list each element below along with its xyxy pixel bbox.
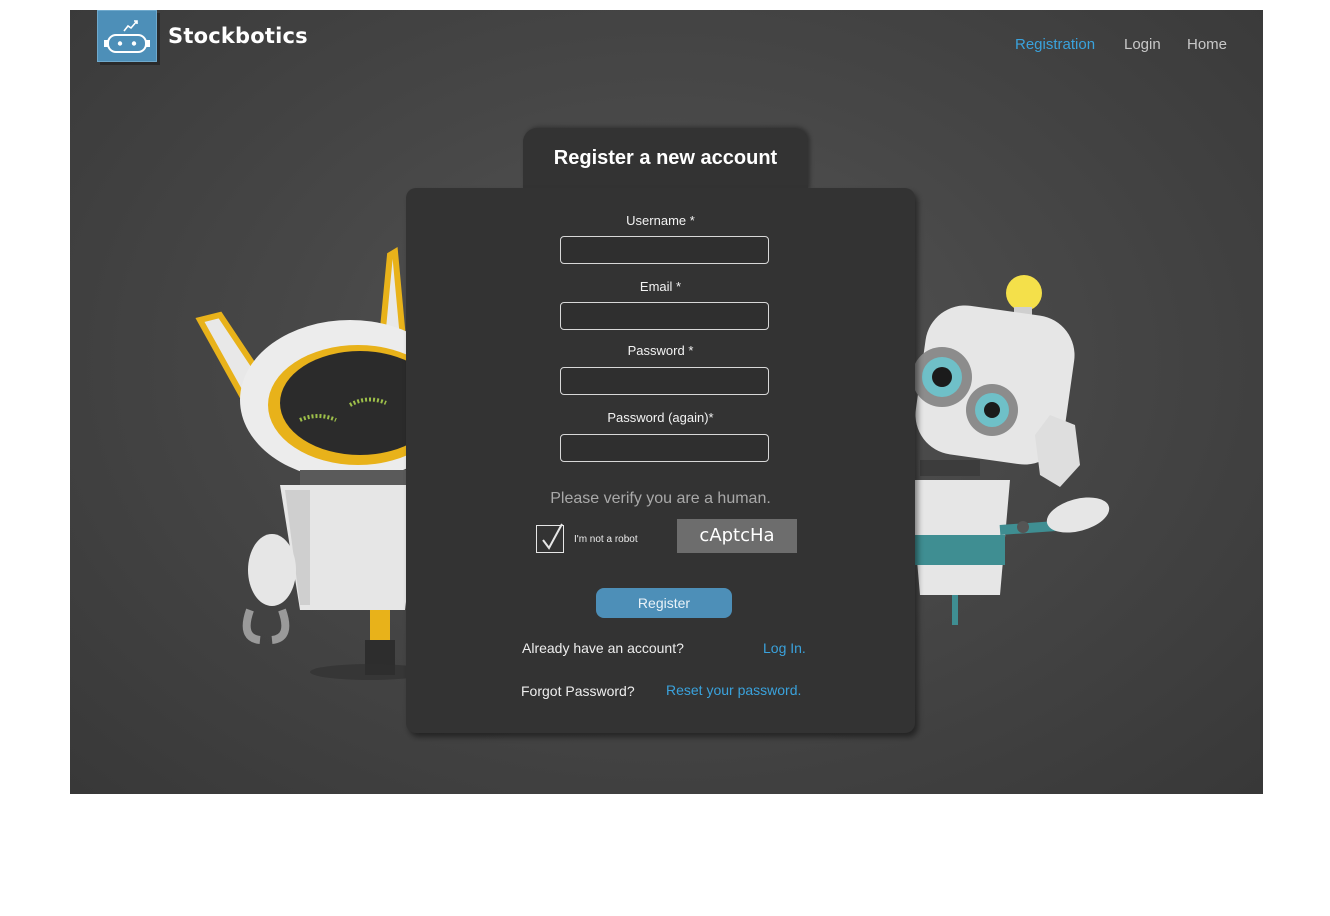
password-again-input[interactable] bbox=[560, 434, 769, 462]
password-label: Password * bbox=[627, 343, 694, 358]
password-input[interactable] bbox=[560, 367, 769, 395]
captcha-prompt: Please verify you are a human. bbox=[550, 490, 771, 507]
brand-name[interactable]: Stockbotics bbox=[168, 24, 308, 48]
password-again-label: Password (again)* bbox=[607, 410, 714, 425]
captcha-checkbox-label: I'm not a robot bbox=[574, 534, 638, 545]
left-robot-illustration bbox=[195, 246, 430, 680]
captcha-checkbox[interactable] bbox=[536, 523, 564, 553]
captcha-image: cAptcHa bbox=[677, 519, 797, 553]
form-title-tab: Register a new account bbox=[523, 128, 808, 190]
email-label: Email * bbox=[639, 279, 682, 294]
form-title: Register a new account bbox=[553, 147, 778, 169]
email-input[interactable] bbox=[560, 302, 769, 330]
register-button[interactable]: Register bbox=[596, 588, 732, 618]
checkmark-icon bbox=[542, 523, 563, 550]
robot-chart-icon bbox=[104, 20, 150, 53]
nav-registration[interactable]: Registration bbox=[1015, 36, 1095, 53]
logo[interactable] bbox=[97, 10, 157, 62]
page-stage: Stockbotics Registration Login Home Regi… bbox=[70, 10, 1263, 794]
username-input[interactable] bbox=[560, 236, 769, 264]
forgot-question: Forgot Password? bbox=[521, 683, 635, 699]
registration-form: Username * Email * Password * Password (… bbox=[406, 188, 915, 733]
login-link[interactable]: Log In. bbox=[763, 640, 806, 656]
username-label: Username * bbox=[626, 213, 695, 228]
nav-login[interactable]: Login bbox=[1124, 36, 1161, 53]
login-question: Already have an account? bbox=[522, 640, 684, 656]
right-robot-illustration bbox=[910, 275, 1110, 625]
reset-password-link[interactable]: Reset your password. bbox=[666, 682, 801, 698]
nav-home[interactable]: Home bbox=[1187, 36, 1227, 53]
